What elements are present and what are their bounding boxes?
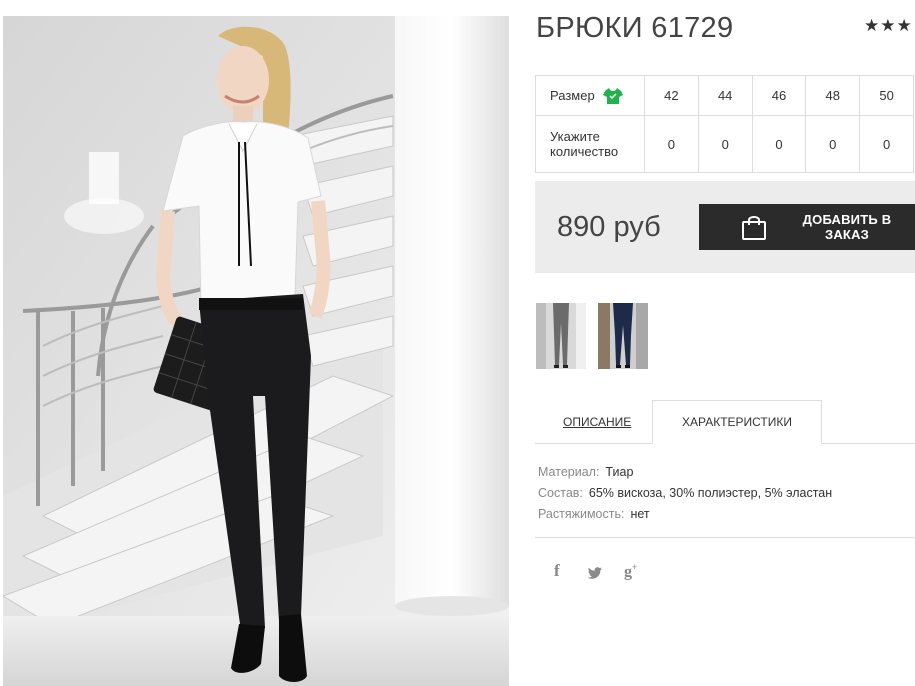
thumbnail-navy-trousers[interactable] xyxy=(598,303,648,369)
twitter-icon[interactable] xyxy=(587,565,603,581)
characteristic-key: Растяжимость: xyxy=(538,507,625,521)
size-cell[interactable]: 42 xyxy=(644,75,699,116)
size-label: Размер xyxy=(550,88,595,103)
tab-characteristics[interactable]: ХАРАКТЕРИСТИКИ xyxy=(652,400,822,444)
characteristic-row: Растяжимость: нет xyxy=(538,504,832,525)
shopping-bag-icon xyxy=(742,216,766,240)
rating-stars[interactable]: ★★★ xyxy=(864,16,913,36)
size-cell[interactable]: 44 xyxy=(697,75,753,116)
facebook-icon[interactable]: f xyxy=(554,561,560,581)
tshirt-icon[interactable] xyxy=(602,87,623,105)
add-to-order-button[interactable]: ДОБАВИТЬ В ЗАКАЗ xyxy=(699,204,915,250)
tab-description[interactable]: ОПИСАНИЕ xyxy=(563,415,631,429)
size-label-cell: Размер xyxy=(535,75,645,116)
thumbnail-grey-trousers[interactable] xyxy=(536,303,586,369)
characteristic-value: 65% вискоза, 30% полиэстер, 5% эластан xyxy=(588,486,833,500)
characteristic-row: Состав: 65% вискоза, 30% полиэстер, 5% эл… xyxy=(538,483,832,504)
product-title: БРЮКИ 61729 xyxy=(536,12,734,44)
quantity-input[interactable]: 0 xyxy=(751,115,807,173)
price-value: 890 руб xyxy=(557,211,661,243)
size-cell[interactable]: 46 xyxy=(751,75,807,116)
quantity-input[interactable]: 0 xyxy=(859,115,914,173)
googleplus-icon[interactable]: g+ xyxy=(624,562,637,581)
size-row: Размер 42 44 46 48 50 xyxy=(535,75,914,116)
add-to-order-label: ДОБАВИТЬ В ЗАКАЗ xyxy=(802,212,892,242)
characteristic-value: Тиар xyxy=(605,465,634,479)
quantity-label-cell: Укажите количество xyxy=(535,115,645,173)
googleplus-letter: g xyxy=(624,563,632,581)
divider xyxy=(535,537,914,538)
quantity-input[interactable]: 0 xyxy=(697,115,753,173)
quantity-row: Укажите количество 0 0 0 0 0 xyxy=(535,115,914,173)
size-cell[interactable]: 48 xyxy=(805,75,861,116)
quantity-input[interactable]: 0 xyxy=(805,115,861,173)
size-cell[interactable]: 50 xyxy=(859,75,914,116)
price-box: 890 руб ДОБАВИТЬ В ЗАКАЗ xyxy=(535,181,915,273)
googleplus-plus: + xyxy=(632,562,638,572)
size-quantity-table: Размер 42 44 46 48 50 Укажите количество… xyxy=(535,75,914,173)
characteristic-value: нет xyxy=(630,507,650,521)
characteristic-key: Состав: xyxy=(538,486,583,500)
characteristic-row: Материал: Тиар xyxy=(538,462,832,483)
characteristic-key: Материал: xyxy=(538,465,600,479)
product-main-photo[interactable] xyxy=(3,16,509,686)
quantity-label-line1: Укажите xyxy=(550,129,600,144)
quantity-input[interactable]: 0 xyxy=(644,115,699,173)
quantity-label-line2: количество xyxy=(550,144,619,159)
characteristics-list: Материал: Тиар Состав: 65% вискоза, 30% по… xyxy=(538,462,832,525)
